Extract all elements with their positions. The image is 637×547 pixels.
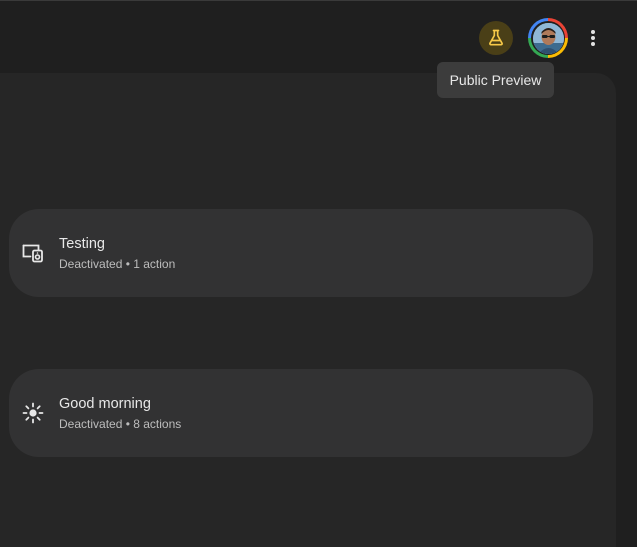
routine-status: Deactivated • 1 action: [59, 257, 176, 271]
more-options-button[interactable]: [580, 23, 606, 53]
flask-icon: [489, 29, 503, 46]
avatar: [532, 22, 564, 54]
more-vert-icon: [591, 30, 595, 46]
main-panel: [0, 73, 616, 547]
labs-button[interactable]: [479, 21, 513, 55]
sun-icon: [21, 401, 45, 425]
app-window: Public Preview Testing Deactivated • 1 a…: [0, 0, 637, 547]
routine-title: Testing: [59, 236, 105, 252]
account-avatar-button[interactable]: [528, 18, 568, 58]
speaker-display-icon: [21, 241, 45, 265]
routine-card-testing[interactable]: Testing Deactivated • 1 action: [9, 209, 593, 297]
routine-title: Good morning: [59, 396, 151, 412]
routine-card-good-morning[interactable]: Good morning Deactivated • 8 actions: [9, 369, 593, 457]
avatar-ring: [531, 21, 565, 55]
tooltip: Public Preview: [437, 62, 554, 98]
routine-status: Deactivated • 8 actions: [59, 417, 182, 431]
